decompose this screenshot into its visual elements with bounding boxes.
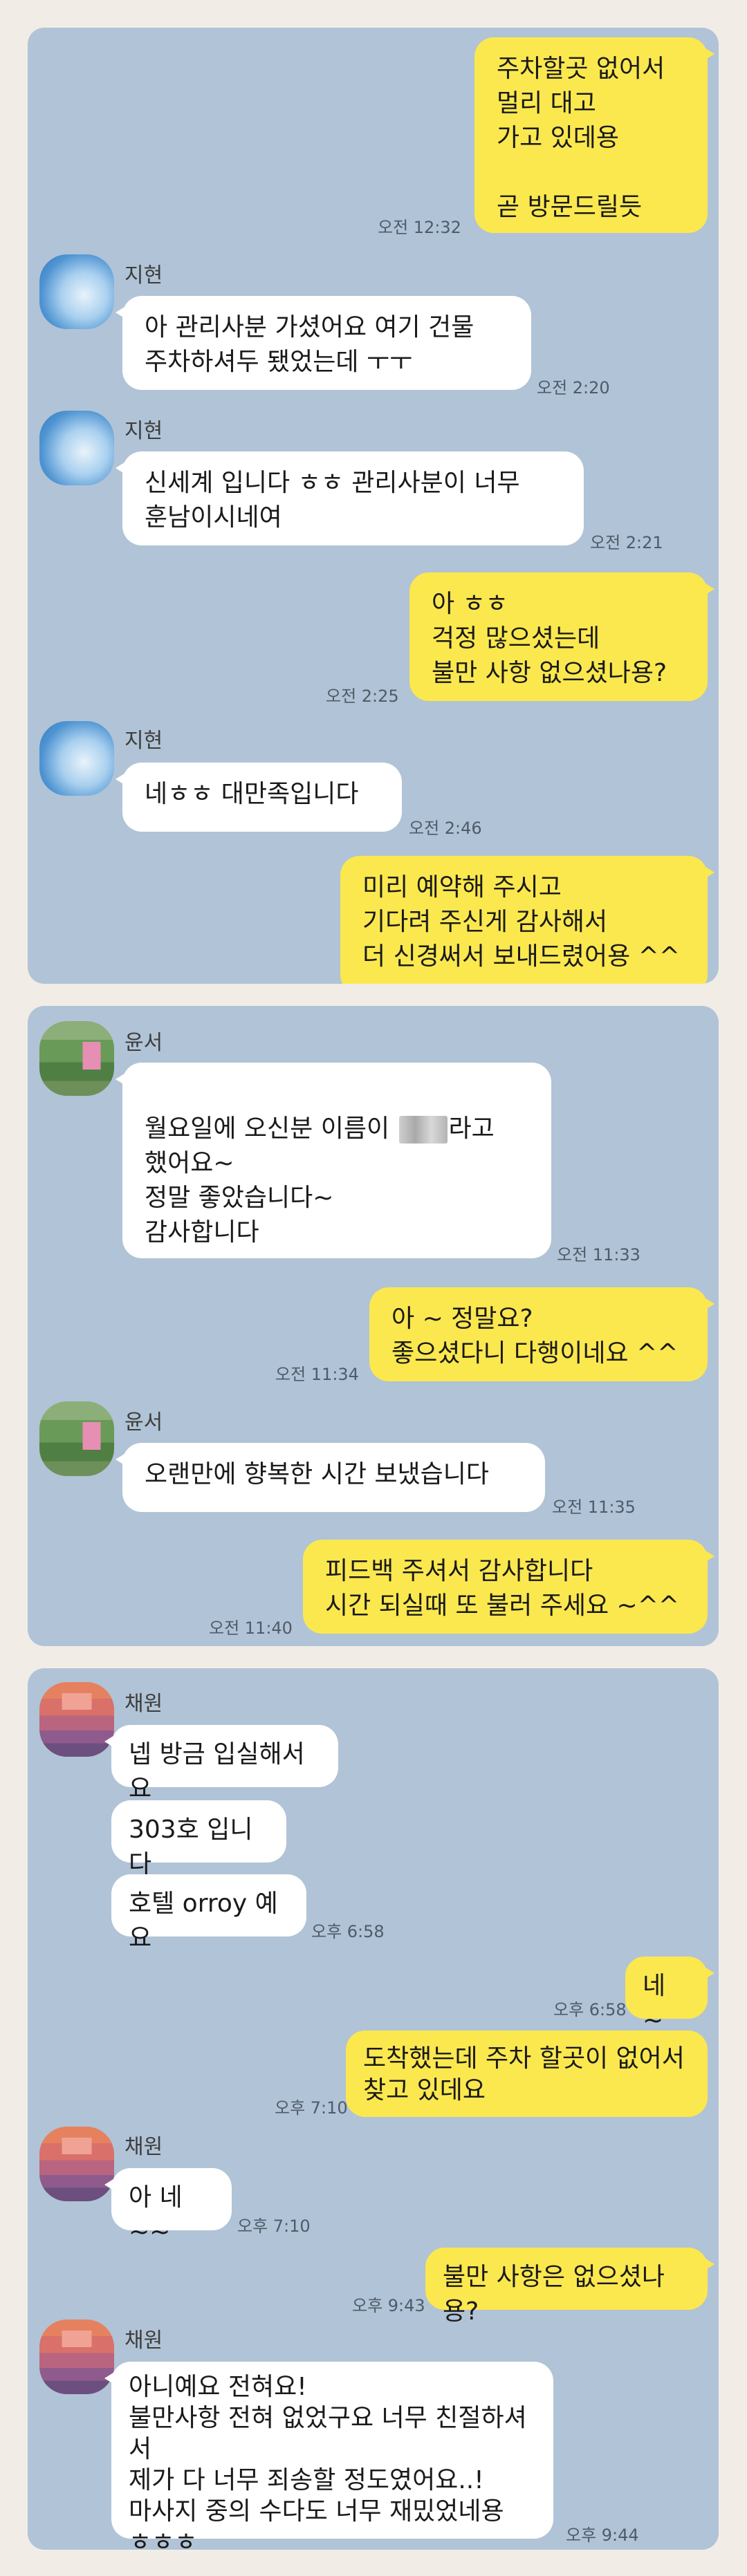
message-time: 오후 7:10 [237, 2216, 311, 2236]
incoming-message[interactable]: 신세계 입니다 ㅎㅎ 관리사분이 너무 훈남이시네여 [116, 451, 584, 545]
message-time: 오전 2:21 [590, 533, 663, 552]
avatar[interactable] [39, 2320, 114, 2394]
avatar[interactable] [39, 1401, 114, 1476]
message-text: 라고 [448, 1114, 495, 1143]
outgoing-message[interactable]: 네 ~ [625, 1957, 714, 2035]
message-time: 오후 9:44 [566, 2526, 639, 2545]
message-time: 오전 11:34 [275, 1365, 359, 1384]
message-text: 월요일에 오신분 이름이 [145, 1114, 398, 1143]
avatar[interactable] [39, 721, 114, 796]
sender-name: 채원 [124, 2328, 163, 2353]
sender-name: 지현 [124, 263, 163, 288]
sender-name: 지현 [124, 729, 163, 753]
incoming-message[interactable]: 월요일에 오신분 이름이 라고 했어요~ 정말 좋았습니다~ 감사합니다 [116, 1063, 551, 1258]
incoming-message[interactable]: 오랜만에 향복한 시간 보냈습니다 [116, 1443, 545, 1512]
outgoing-message[interactable]: 주차할곳 없어서 멀리 대고 가고 있데용 곧 방문드릴듯 [474, 37, 714, 233]
chat-panel-1: 주차할곳 없어서 멀리 대고 가고 있데용 곧 방문드릴듯 오전 12:32 지… [28, 28, 719, 984]
message-time: 오전 2:46 [409, 819, 482, 838]
message-time: 오후 6:58 [553, 2000, 627, 2019]
sender-name: 채원 [124, 1692, 163, 1716]
outgoing-message[interactable]: 피드백 주셔서 감사합니다 시간 되실때 또 불러 주세요 ~^^ [303, 1540, 714, 1634]
outgoing-message[interactable]: 아 ~ 정말요? 좋으셨다니 다행이네요 ^^ [369, 1287, 714, 1381]
message-text: 했어요~ 정말 좋았습니다~ 감사합니다 [145, 1149, 334, 1247]
incoming-message[interactable]: 넵 방금 입실해서요 [104, 1725, 338, 1803]
incoming-message[interactable]: 아 네~~ [104, 2168, 232, 2246]
message-time: 오후 7:10 [275, 2098, 348, 2118]
message-time: 오후 6:58 [311, 1922, 385, 1941]
message-time: 오전 11:33 [557, 1245, 640, 1264]
chat-panel-2: 윤서 월요일에 오신분 이름이 라고 했어요~ 정말 좋았습니다~ 감사합니다 … [28, 1006, 719, 1646]
avatar[interactable] [39, 254, 114, 329]
avatar[interactable] [39, 2127, 114, 2201]
message-time: 오전 2:25 [326, 687, 399, 706]
incoming-message[interactable]: 303호 입니다 [111, 1800, 286, 1878]
avatar[interactable] [39, 1021, 114, 1096]
sender-name: 채원 [124, 2135, 163, 2159]
outgoing-message[interactable]: 도착했는데 주차 할곳이 없어서 찾고 있데요 [346, 2031, 708, 2117]
message-time: 오전 12:32 [378, 218, 461, 237]
avatar[interactable] [39, 411, 114, 485]
outgoing-message[interactable]: 아 ㅎㅎ 걱정 많으셨는데 불만 사항 없으셨나용? [409, 572, 714, 701]
message-time: 오전 11:40 [209, 1618, 293, 1638]
sender-name: 지현 [124, 419, 163, 443]
message-time: 오전 2:20 [537, 378, 610, 398]
incoming-message[interactable]: 아 관리사분 가셨어요 여기 건물 주차하셔두 됐었는데 ㅜㅜ [116, 296, 531, 390]
message-time: 오후 9:43 [352, 2296, 425, 2315]
incoming-message[interactable]: 아니예요 전혀요! 불만사항 전혀 없었구요 너무 친절하셔서 제가 다 너무 … [104, 2362, 553, 2550]
sender-name: 윤서 [124, 1031, 163, 1055]
blurred-name [398, 1116, 448, 1144]
message-time: 오전 11:35 [552, 1497, 636, 1517]
incoming-message[interactable]: 네ㅎㅎ 대만족입니다 [116, 763, 402, 832]
sender-name: 윤서 [124, 1410, 163, 1435]
outgoing-message[interactable]: 불만 사항은 없으셨나용? [425, 2248, 714, 2326]
incoming-message[interactable]: 호텔 orroy 예요 [111, 1874, 306, 1952]
outgoing-message[interactable]: 미리 예약해 주시고 기다려 주신게 감사해서 더 신경써서 보내드렸어용 ^^ [340, 856, 714, 984]
avatar[interactable] [39, 1682, 114, 1757]
chat-panel-3: 채원 넵 방금 입실해서요 303호 입니다 호텔 orroy 예요 오후 6:… [28, 1668, 719, 2550]
